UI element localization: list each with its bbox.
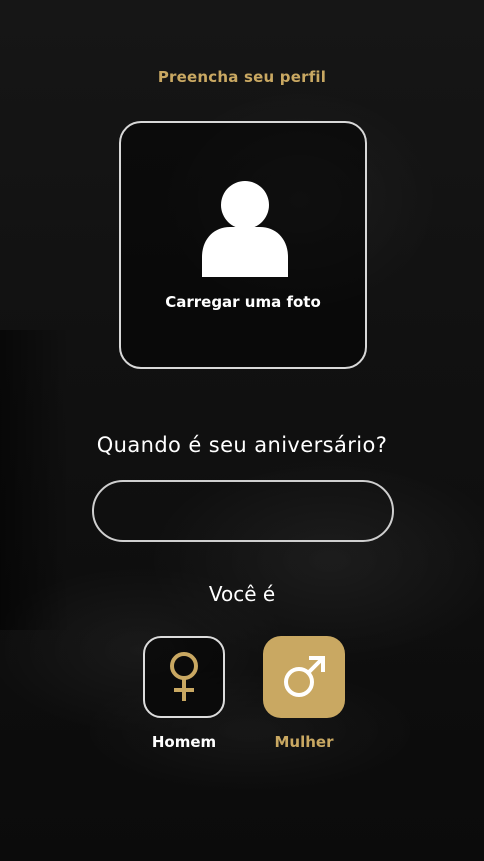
male-symbol-icon — [284, 656, 325, 697]
gender-caption-homem: Homem — [151, 733, 217, 751]
birthday-input[interactable] — [92, 480, 394, 542]
photo-upload-label: Carregar uma foto — [165, 293, 321, 311]
user-avatar-icon — [202, 181, 288, 277]
female-symbol-icon — [170, 652, 198, 701]
gender-option-mulher[interactable] — [263, 636, 345, 718]
photo-upload-button[interactable]: Carregar uma foto — [119, 121, 367, 369]
gender-label: Você é — [208, 582, 276, 606]
birthday-label: Quando é seu aniversário? — [96, 433, 388, 457]
gender-caption-mulher: Mulher — [274, 733, 334, 751]
profile-screen: Preencha seu perfil Carregar uma foto Qu… — [0, 0, 484, 861]
gender-option-homem[interactable] — [143, 636, 225, 718]
page-title: Preencha seu perfil — [157, 68, 327, 86]
